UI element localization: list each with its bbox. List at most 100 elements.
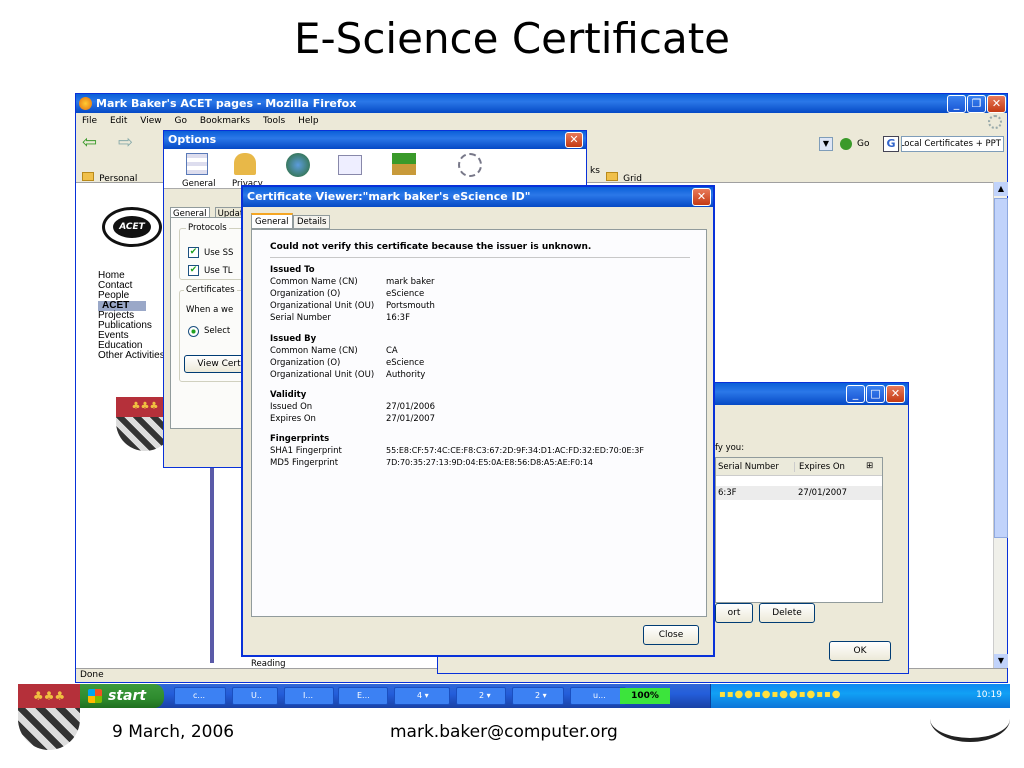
certmgr-maximize-icon[interactable]: □ [866, 385, 885, 403]
field-value: 27/01/2006 [386, 402, 435, 412]
field-label: Common Name (CN) [270, 277, 358, 287]
menu-help[interactable]: Help [298, 116, 319, 126]
slide-title: E-Science Certificate [293, 14, 731, 63]
menu-view[interactable]: View [140, 116, 161, 126]
menu-edit[interactable]: Edit [110, 116, 127, 126]
col-expires-on[interactable]: Expires On [794, 462, 845, 472]
status-text: Done [80, 670, 104, 680]
field-value: CA [386, 346, 398, 356]
privacy-pane-icon[interactable] [234, 153, 256, 175]
field-label: Organization (O) [270, 358, 341, 368]
scroll-up-icon[interactable]: ▲ [994, 182, 1008, 196]
toolbar-general-label[interactable]: General [182, 179, 216, 189]
protocols-label: Protocols [186, 223, 229, 233]
scroll-down-icon[interactable]: ▼ [994, 654, 1008, 668]
certificate-viewer-dialog: Certificate Viewer:"mark baker's eScienc… [241, 185, 715, 657]
zoom-indicator: 100% [620, 688, 670, 704]
options-titlebar[interactable]: Options [164, 131, 586, 149]
menu-bookmarks[interactable]: Bookmarks [200, 116, 250, 126]
taskbar-item-u[interactable]: U.. [232, 687, 278, 705]
field-value: Portsmouth [386, 301, 435, 311]
field-value: 27/01/2007 [386, 414, 435, 424]
search-engine-icon[interactable]: G [883, 136, 899, 152]
go-icon[interactable] [840, 138, 852, 150]
menu-tools[interactable]: Tools [263, 116, 285, 126]
start-button[interactable]: start [80, 684, 164, 708]
validity-section: Validity Issued On 27/01/2006 Expires On… [270, 390, 700, 424]
browser-titlebar[interactable]: Mark Baker's ACET pages - Mozilla Firefo… [76, 94, 1007, 113]
firefox-icon [79, 97, 92, 110]
advanced-pane-icon[interactable] [458, 153, 482, 177]
menu-go[interactable]: Go [174, 116, 186, 126]
taskbar-item-u2[interactable]: u... [570, 687, 626, 705]
export-button[interactable]: ort [715, 603, 753, 623]
warning-divider [270, 257, 690, 258]
forward-icon[interactable]: ⇨ [118, 134, 144, 152]
close-button[interactable]: Close [643, 625, 699, 645]
field-label: MD5 Fingerprint [270, 458, 339, 468]
taskbar-item-e[interactable]: E... [338, 687, 388, 705]
throbber-icon [988, 115, 1002, 129]
ok-button[interactable]: OK [829, 641, 891, 661]
field-label: Organizational Unit (OU) [270, 301, 375, 311]
taskbar-item-cmd[interactable]: c... [174, 687, 226, 705]
url-dropdown-icon[interactable]: ▼ [819, 137, 833, 151]
col-serial-number[interactable]: Serial Number [718, 462, 779, 472]
field-label: Organizational Unit (OU) [270, 370, 375, 380]
scroll-thumb[interactable] [994, 198, 1008, 538]
taskbar-group-powerpoint[interactable]: 4 ▾ [394, 687, 450, 705]
search-input[interactable]: Local Certificates + PPT [901, 136, 1004, 152]
taskbar-group-firefox[interactable]: 2 ▾ [512, 687, 564, 705]
content-divider [210, 463, 214, 663]
restore-icon[interactable]: ❐ [967, 95, 986, 113]
fingerprints-heading: Fingerprints [270, 434, 330, 444]
verify-text: fy you: [715, 443, 745, 453]
downloads-pane-icon[interactable] [392, 153, 416, 175]
select-radio[interactable] [188, 326, 199, 337]
validity-heading: Validity [270, 390, 307, 400]
viewer-title: Certificate Viewer:"mark baker's eScienc… [247, 190, 531, 203]
tray-icons[interactable]: ▪▪●●▪●▪●●▪●▪▪● [719, 689, 842, 700]
table-row[interactable]: 6:3F 27/01/2007 [716, 486, 882, 500]
options-close-icon[interactable]: ✕ [565, 132, 583, 148]
field-value: eScience [386, 358, 425, 368]
back-icon[interactable]: ⇦ [82, 134, 108, 152]
column-picker-icon[interactable]: ⊞ [866, 461, 873, 471]
slide-crest-logo: ♣♣♣ [18, 684, 80, 750]
content-pane-icon[interactable] [286, 153, 310, 177]
viewer-close-icon[interactable]: ✕ [692, 188, 711, 206]
folder-icon [82, 172, 94, 181]
taskbar: start c... U.. I... E... 4 ▾ 2 ▾ 2 ▾ u..… [80, 684, 1010, 708]
ssl-checkbox[interactable]: ✔ [188, 247, 199, 258]
taskbar-item-i[interactable]: I... [284, 687, 334, 705]
tls-label: Use TL [204, 266, 233, 276]
row-expires: 27/01/2007 [798, 488, 847, 498]
issued-by-section: Issued By Common Name (CN) CA Organizati… [270, 334, 700, 380]
tls-checkbox[interactable]: ✔ [188, 265, 199, 276]
field-label: Organization (O) [270, 289, 341, 299]
tab-general[interactable]: General [251, 213, 293, 229]
go-label[interactable]: Go [857, 139, 869, 149]
close-icon[interactable]: ✕ [987, 95, 1006, 113]
select-label: Select [204, 326, 231, 336]
minimize-icon[interactable]: _ [947, 95, 966, 113]
vertical-scrollbar[interactable]: ▲ ▼ [993, 182, 1008, 668]
field-value: mark baker [386, 277, 435, 287]
slide-swoosh-logo [930, 696, 1010, 742]
viewer-titlebar[interactable]: Certificate Viewer:"mark baker's eScienc… [243, 187, 713, 207]
menu-file[interactable]: File [82, 116, 97, 126]
general-pane-icon[interactable] [186, 153, 208, 175]
taskbar-group-word[interactable]: 2 ▾ [456, 687, 506, 705]
tabs-pane-icon[interactable] [338, 155, 362, 175]
field-value: Authority [386, 370, 426, 380]
browser-title: Mark Baker's ACET pages - Mozilla Firefo… [96, 97, 357, 110]
options-toolbar: General Privacy [164, 149, 586, 189]
certmgr-minimize-icon[interactable]: _ [846, 385, 865, 403]
md5-value: 7D:70:35:27:13:9D:04:E5:0A:E8:56:D8:A5:A… [386, 458, 593, 467]
field-value: 16:3F [386, 313, 410, 323]
when-text: When a we [186, 305, 234, 315]
certmgr-close-icon[interactable]: ✕ [886, 385, 905, 403]
delete-button[interactable]: Delete [759, 603, 815, 623]
field-label: Issued On [270, 402, 313, 412]
tab-details[interactable]: Details [293, 215, 331, 229]
